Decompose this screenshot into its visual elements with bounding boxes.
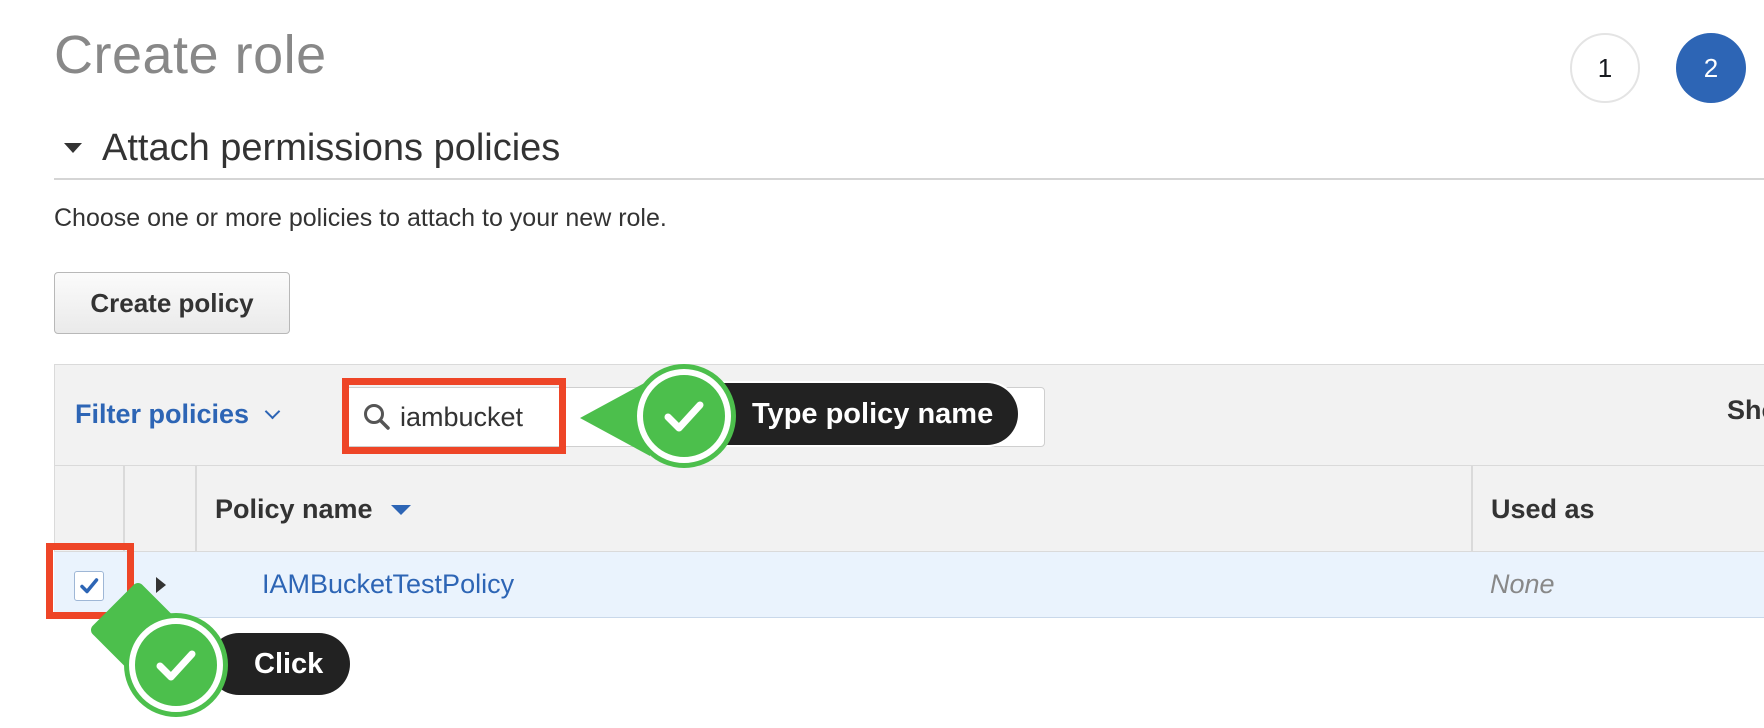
- search-highlight-box: [342, 378, 566, 454]
- used-as-value: None: [1490, 569, 1555, 599]
- table-row[interactable]: IAMBucketTestPolicy None: [54, 552, 1764, 618]
- collapse-caret-icon[interactable]: [64, 143, 82, 153]
- checkmark-icon: [156, 650, 196, 681]
- filter-policies-dropdown[interactable]: Filter policies: [75, 399, 281, 430]
- column-header-policy-name[interactable]: Policy name: [215, 494, 411, 525]
- section-description: Choose one or more policies to attach to…: [54, 204, 667, 232]
- show-label: Sho: [1727, 395, 1764, 425]
- section-title: Attach permissions policies: [102, 126, 561, 169]
- section-divider: [54, 178, 1764, 180]
- policy-name-link[interactable]: IAMBucketTestPolicy: [262, 569, 514, 600]
- checkmark-icon: [664, 401, 704, 432]
- expand-row-icon[interactable]: [156, 577, 166, 593]
- check-circle-icon: [129, 618, 223, 712]
- column-header-used-as[interactable]: Used as: [1491, 494, 1595, 525]
- column-separator: [1471, 466, 1473, 552]
- column-separator: [123, 466, 125, 552]
- step-indicator-2[interactable]: 2: [1676, 33, 1746, 103]
- policy-name-header-label: Policy name: [215, 494, 373, 524]
- table-header: Policy name Used as: [54, 466, 1764, 552]
- callout-type-policy-name: Type policy name: [688, 383, 1018, 445]
- callout-click: Click: [208, 633, 350, 695]
- column-separator: [195, 466, 197, 552]
- sort-descending-icon[interactable]: [390, 504, 411, 515]
- create-policy-button[interactable]: Create policy: [54, 272, 290, 334]
- step-indicator-1[interactable]: 1: [1570, 33, 1640, 103]
- check-circle-icon: [637, 369, 731, 463]
- section-header[interactable]: Attach permissions policies: [54, 118, 560, 178]
- chevron-down-icon: [264, 403, 281, 420]
- page-title: Create role: [54, 25, 327, 85]
- filter-policies-label: Filter policies: [75, 399, 250, 429]
